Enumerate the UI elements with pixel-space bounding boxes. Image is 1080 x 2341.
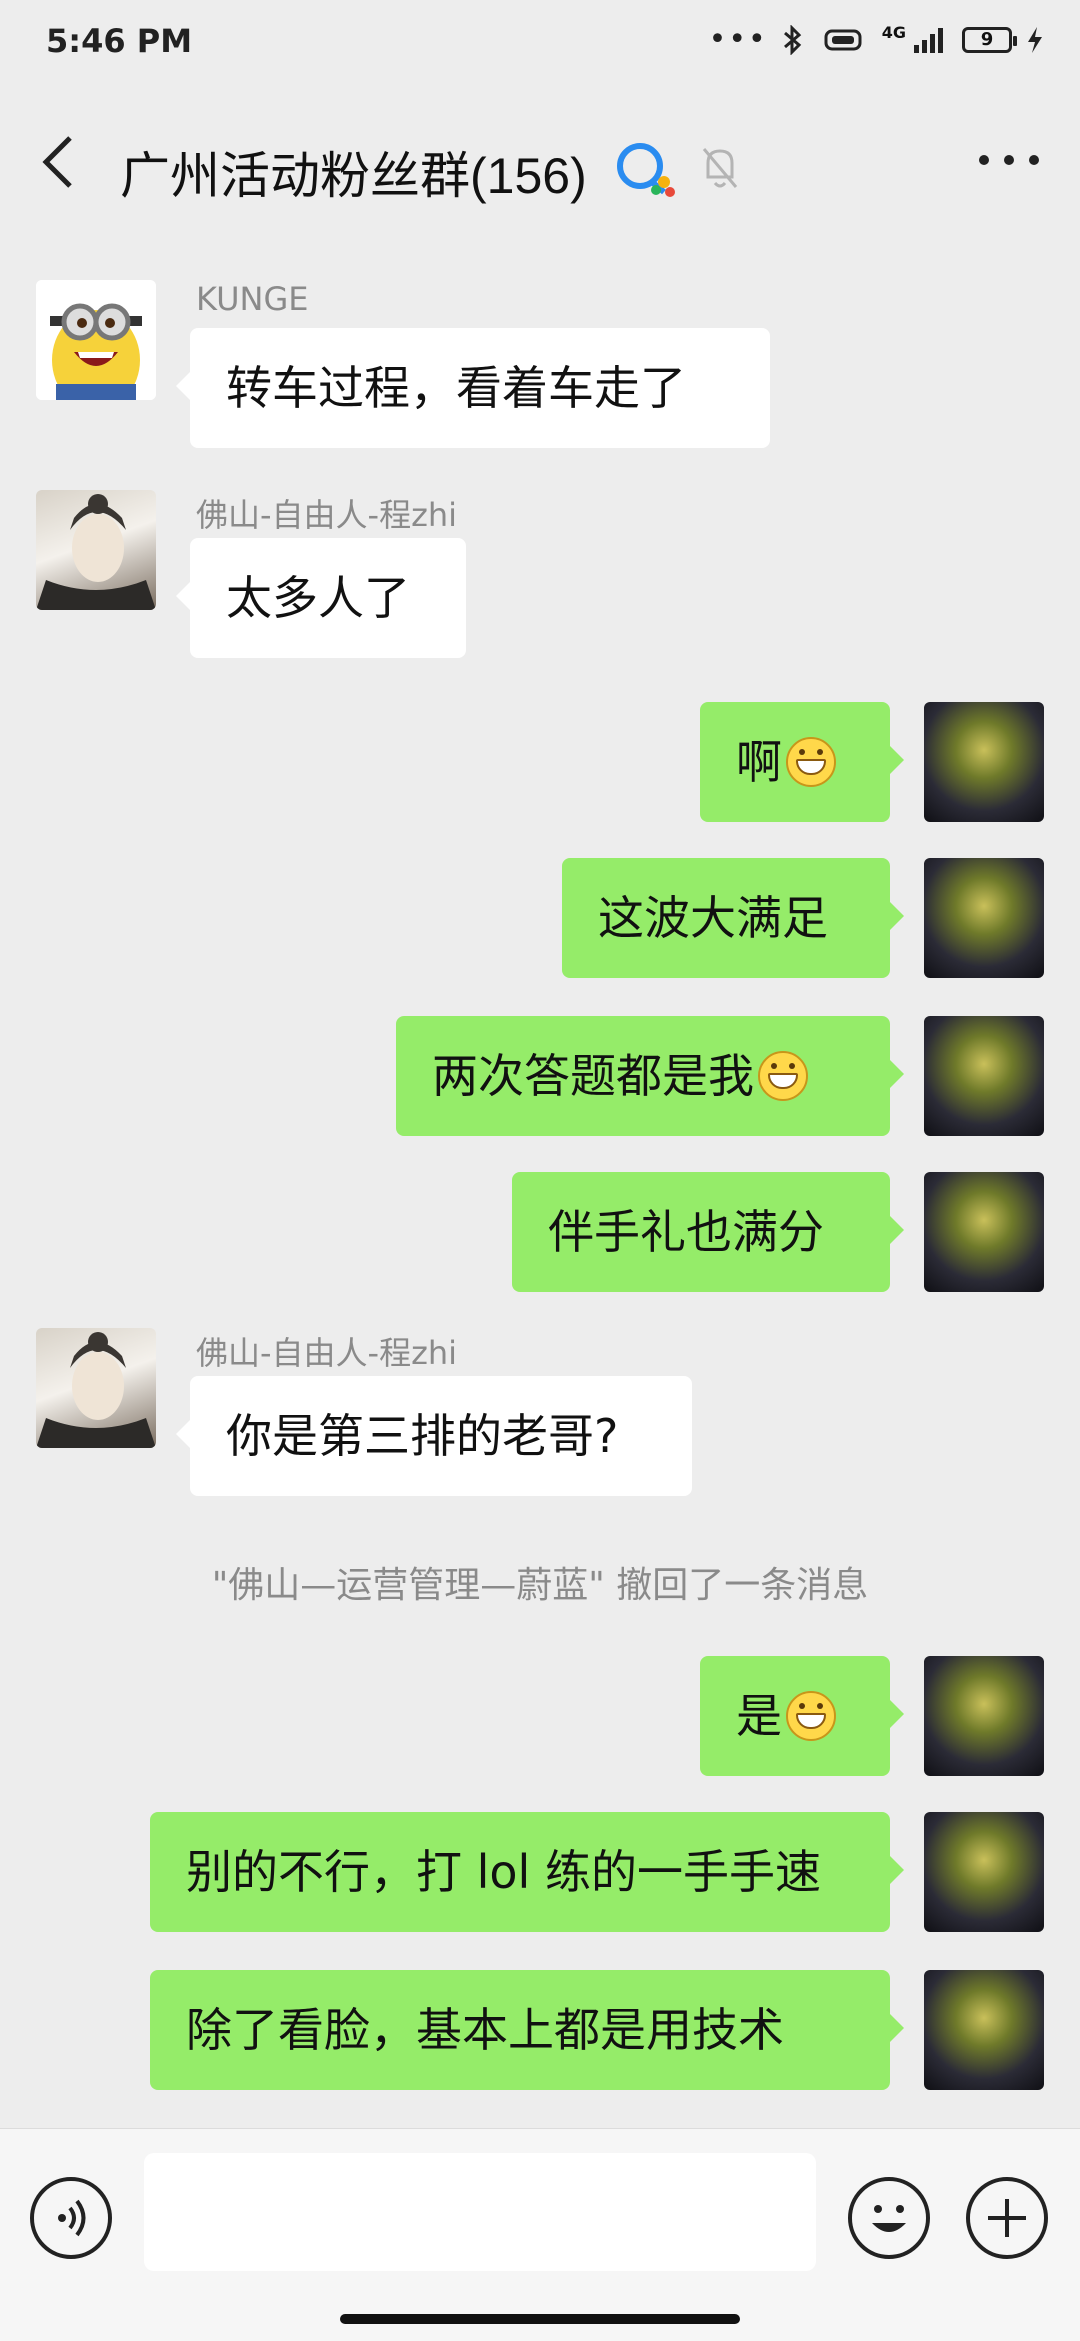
avatar[interactable] [36, 1328, 156, 1448]
message-bubble[interactable]: 伴手礼也满分 [512, 1172, 904, 1292]
message-text: 两次答题都是我 [432, 1049, 754, 1103]
message-bubble[interactable]: 是 [700, 1656, 904, 1776]
avatar[interactable] [924, 1172, 1044, 1292]
status-icons: ••• 4G 9 [709, 22, 1044, 57]
input-bar [0, 2128, 1080, 2341]
group-title[interactable]: 广州活动粉丝群(156) [120, 136, 587, 208]
man-avatar-icon [36, 1332, 156, 1448]
sender-name: KUNGE [196, 280, 309, 318]
status-bar: 5:46 PM ••• 4G 9 [0, 0, 1080, 96]
voice-icon [58, 2199, 86, 2237]
message-bubble[interactable]: 这波大满足 [562, 858, 904, 978]
avatar[interactable] [924, 702, 1044, 822]
network-type: 4G [881, 23, 906, 42]
plus-icon [988, 2199, 1026, 2237]
muted-bell-icon [702, 148, 738, 188]
more-functions-button[interactable] [966, 2177, 1048, 2259]
avatar[interactable] [924, 1016, 1044, 1136]
message-text: 是 [736, 1689, 782, 1743]
vibrate-icon [824, 29, 862, 50]
bluetooth-icon [783, 24, 801, 55]
chat-header: 广州活动粉丝群(156) [0, 96, 1080, 236]
message-bubble[interactable]: 除了看脸，基本上都是用技术 [150, 1970, 904, 2090]
voice-input-button[interactable] [30, 2177, 112, 2259]
message-bubble[interactable]: 啊 [700, 702, 904, 822]
message-bubble[interactable]: 两次答题都是我 [396, 1016, 904, 1136]
more-notifications-icon: ••• [708, 22, 768, 57]
title-icons [612, 138, 740, 198]
message-bubble[interactable]: 转车过程，看着车走了 [176, 328, 770, 448]
message-input[interactable] [144, 2153, 816, 2271]
smiley-icon [872, 2205, 906, 2232]
home-indicator[interactable] [340, 2314, 740, 2324]
avatar[interactable] [924, 1970, 1044, 2090]
man-avatar-icon [36, 494, 156, 610]
avatar[interactable] [36, 490, 156, 610]
wecom-group-icon [617, 143, 675, 197]
grin-emoji-icon [786, 736, 836, 787]
avatar[interactable] [924, 1812, 1044, 1932]
avatar[interactable] [36, 280, 156, 400]
grin-emoji-icon [758, 1050, 808, 1101]
avatar[interactable] [924, 1656, 1044, 1776]
back-arrow-icon[interactable] [36, 132, 84, 192]
sender-name: 佛山-自由人-程zhi [196, 1334, 458, 1372]
minion-avatar-icon [36, 280, 156, 400]
grin-emoji-icon [786, 1690, 836, 1741]
message-bubble[interactable]: 太多人了 [176, 538, 466, 658]
avatar[interactable] [924, 858, 1044, 978]
battery-level: 9 [980, 29, 994, 50]
battery-icon: 9 [962, 26, 1017, 53]
message-bubble[interactable]: 你是第三排的老哥? [176, 1376, 692, 1496]
charging-icon [1028, 26, 1042, 53]
message-bubble[interactable]: 别的不行，打 lol 练的一手手速 [150, 1812, 904, 1932]
status-time: 5:46 PM [46, 22, 193, 60]
more-options-icon[interactable] [974, 140, 1044, 180]
emoji-button[interactable] [848, 2177, 930, 2259]
sender-name: 佛山-自由人-程zhi [196, 496, 458, 534]
signal-icon [914, 27, 943, 53]
recall-notice: "佛山—运营管理—蔚蓝" 撤回了一条消息 [211, 1565, 869, 1606]
message-text: 啊 [736, 735, 782, 789]
